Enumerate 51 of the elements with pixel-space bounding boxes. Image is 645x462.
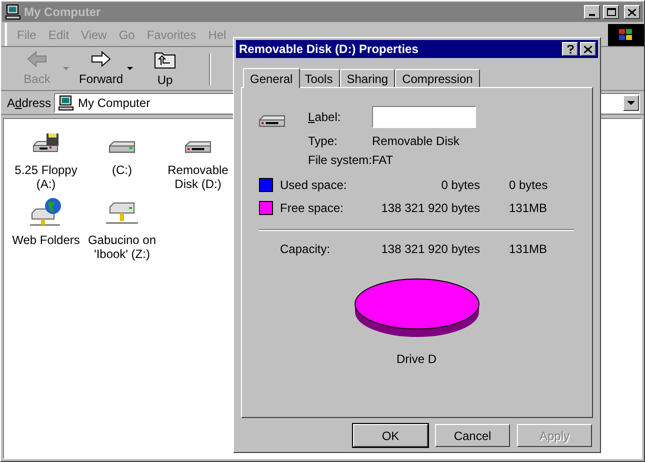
space-label: Used space: — [280, 176, 348, 194]
info-value: Removable Disk — [372, 132, 460, 150]
drive-label[interactable]: 5.25 Floppy (A:) — [9, 163, 83, 191]
capacity-bytes: 138 321 920 bytes — [380, 240, 480, 258]
dialog-title: Removable Disk (D:) Properties — [239, 41, 420, 58]
removable-drive-icon — [185, 141, 211, 153]
info-label: File system: — [308, 152, 372, 168]
dialog-button[interactable]: OK — [353, 424, 428, 447]
drive-label[interactable]: Gabucino on 'Ibook' (Z:) — [85, 233, 159, 261]
space-bytes: 138 321 920 bytes — [380, 200, 480, 216]
drive-label[interactable]: (C:) — [85, 163, 159, 177]
floppy-drive-icon — [33, 133, 59, 153]
computer-icon — [58, 94, 74, 110]
maximize-button[interactable] — [603, 5, 619, 19]
info-value: FAT — [372, 152, 394, 168]
close-button[interactable] — [624, 5, 640, 19]
forward-arrow-icon — [90, 50, 112, 68]
hard-drive-icon — [109, 141, 135, 153]
back-arrow-icon — [26, 50, 48, 68]
minimize-button[interactable] — [584, 5, 600, 19]
space-size: 0 bytes — [509, 176, 548, 194]
dialog-button[interactable]: Cancel — [435, 424, 510, 447]
drive-label[interactable]: Web Folders — [9, 233, 83, 247]
toolbar-button[interactable]: Up — [139, 48, 191, 88]
dropdown-button[interactable] — [623, 94, 639, 110]
capacity-size: 131MB — [509, 240, 548, 258]
help-button[interactable] — [562, 42, 578, 56]
close-icon — [628, 8, 636, 16]
tab[interactable]: General — [243, 68, 300, 88]
removable-drive-icon — [259, 115, 285, 127]
space-label: Free space: — [280, 200, 344, 216]
drive-caption: Drive D — [396, 351, 436, 368]
dropdown-caret-icon[interactable] — [127, 67, 133, 70]
toolbar-button[interactable]: Forward — [75, 50, 127, 88]
capacity-label: Capacity: — [280, 240, 332, 258]
address-label: Address — [7, 94, 52, 112]
space-bytes: 0 bytes — [440, 176, 480, 194]
computer-icon — [5, 4, 21, 20]
tab[interactable]: Sharing — [340, 69, 396, 87]
label-caption: Label: — [308, 109, 342, 126]
drive-label[interactable]: Removable Disk (D:) — [161, 163, 235, 191]
close-icon — [584, 46, 592, 52]
window-title: My Computer — [24, 4, 102, 21]
windows-logo — [608, 24, 644, 46]
label-input-field[interactable] — [372, 106, 476, 128]
info-label: Type: — [308, 132, 338, 150]
tab[interactable]: Tools — [298, 69, 340, 87]
close-button[interactable] — [580, 42, 596, 56]
space-size: 131MB — [509, 200, 548, 216]
help-icon — [566, 44, 574, 54]
tab[interactable]: Compression — [395, 69, 480, 87]
